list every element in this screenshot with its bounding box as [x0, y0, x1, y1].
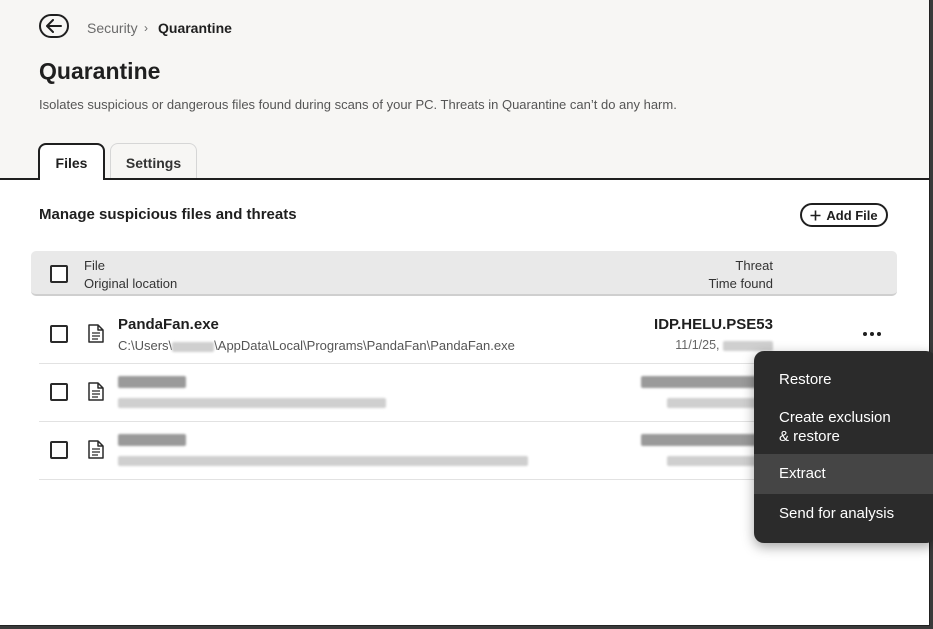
threat-name: IDP.HELU.PSE53 [654, 316, 773, 333]
menu-item-line-2: & restore [779, 428, 840, 445]
back-button[interactable] [39, 14, 69, 38]
redacted-username [172, 341, 215, 352]
redacted-time [723, 340, 773, 351]
time-date: 11/1/25, [675, 338, 720, 352]
redacted-threat [641, 376, 759, 388]
row-checkbox[interactable] [50, 325, 68, 343]
table-header: File Original location Threat Time found [31, 251, 897, 296]
location-prefix: C:\Users\ [118, 338, 173, 353]
more-options-button[interactable] [856, 326, 888, 342]
breadcrumb-current: Quarantine [158, 20, 232, 36]
redacted-file-location [118, 456, 528, 466]
dot-icon [877, 332, 881, 336]
row-context-menu: Restore Create exclusion & restore Extra… [754, 351, 933, 543]
menu-item-restore[interactable]: Restore [754, 370, 933, 389]
menu-item-create-exclusion-restore[interactable]: Create exclusion & restore [754, 399, 933, 455]
plus-icon [810, 210, 821, 220]
breadcrumb-security[interactable]: Security [87, 20, 138, 36]
arrow-left-icon [46, 19, 62, 33]
time-found: 11/1/25, [675, 338, 773, 352]
dot-icon [863, 332, 867, 336]
dot-icon [870, 332, 874, 336]
redacted-file-name [118, 434, 186, 446]
page-title: Quarantine [39, 58, 161, 84]
menu-item-extract[interactable]: Extract [754, 454, 933, 494]
active-tab-connector [40, 176, 103, 180]
add-file-label: Add File [826, 207, 878, 223]
row-checkbox[interactable] [50, 441, 68, 459]
tab-settings[interactable]: Settings [110, 143, 197, 178]
redacted-threat [641, 434, 759, 446]
redacted-time [667, 398, 759, 408]
header-file[interactable]: File [84, 258, 105, 273]
menu-item-line-1: Create exclusion [779, 409, 891, 426]
file-icon [88, 382, 104, 401]
menu-item-send-for-analysis[interactable]: Send for analysis [754, 504, 933, 523]
header-time[interactable]: Time found [708, 276, 773, 291]
file-location: C:\Users\ \AppData\Local\Programs\PandaFa… [118, 338, 515, 353]
redacted-file-name [118, 376, 186, 388]
header-location[interactable]: Original location [84, 276, 177, 291]
file-icon [88, 324, 104, 343]
tab-files[interactable]: Files [38, 143, 105, 180]
location-suffix: \AppData\Local\Programs\PandaFan\PandaFa… [214, 338, 515, 353]
row-checkbox[interactable] [50, 383, 68, 401]
file-name: PandaFan.exe [118, 316, 219, 333]
section-title: Manage suspicious files and threats [39, 206, 297, 223]
file-icon [88, 440, 104, 459]
page-header: Security › Quarantine Quarantine Isolate… [0, 0, 929, 180]
page-subtitle: Isolates suspicious or dangerous files f… [39, 97, 677, 112]
add-file-button[interactable]: Add File [800, 203, 888, 227]
breadcrumb-chevron-icon: › [144, 21, 148, 35]
redacted-file-location [118, 398, 386, 408]
redacted-time [667, 456, 759, 466]
select-all-checkbox[interactable] [50, 265, 68, 283]
header-threat[interactable]: Threat [735, 258, 773, 273]
